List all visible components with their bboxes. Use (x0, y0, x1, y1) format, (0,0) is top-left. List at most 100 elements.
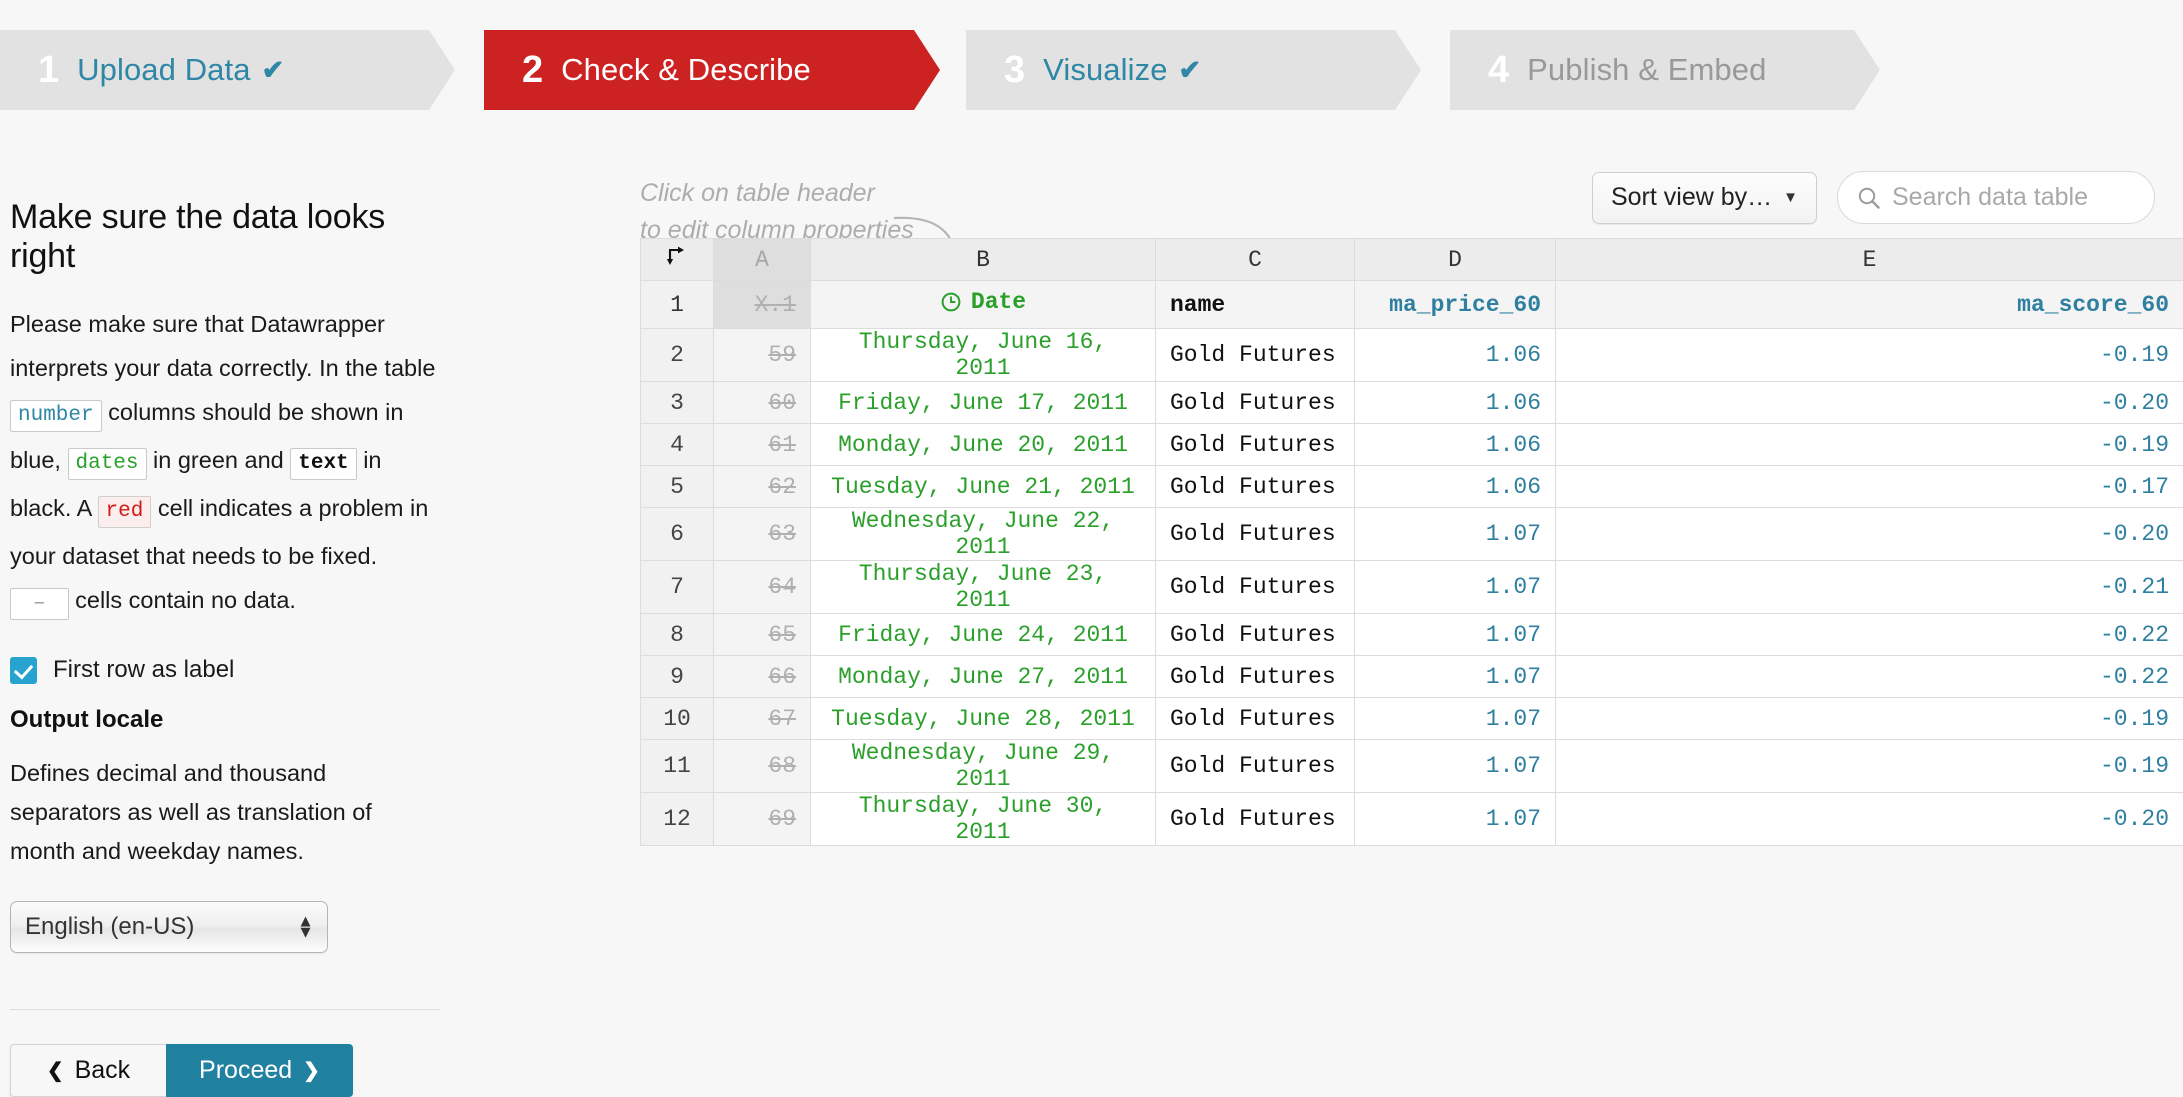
cell-d[interactable]: 1.07 (1355, 614, 1556, 656)
cell-e[interactable]: -0.21 (1556, 561, 2183, 614)
cell-e[interactable]: -0.20 (1556, 382, 2183, 424)
cell-c[interactable]: Gold Futures (1156, 614, 1355, 656)
table-row[interactable]: 6 63 Wednesday, June 22, 2011 Gold Futur… (641, 508, 2183, 561)
tag-dates: dates (68, 448, 147, 480)
cell-c[interactable]: Gold Futures (1156, 508, 1355, 561)
cell-c[interactable]: Gold Futures (1156, 793, 1355, 846)
column-header-d[interactable]: D (1355, 239, 1556, 281)
cell-d[interactable]: 1.07 (1355, 793, 1556, 846)
search-data-table-box[interactable] (1837, 171, 2155, 224)
cell-a[interactable]: 60 (714, 382, 811, 424)
cell-b[interactable]: Friday, June 17, 2011 (811, 382, 1156, 424)
cell-b[interactable]: Thursday, June 30, 2011 (811, 793, 1156, 846)
step-publish-and-embed[interactable]: 4 Publish & Embed (1450, 30, 1880, 110)
column-header-e[interactable]: E (1556, 239, 2183, 281)
cell-a[interactable]: 59 (714, 329, 811, 382)
step-check-and-describe[interactable]: 2 Check & Describe (484, 30, 940, 110)
cell-d[interactable]: 1.06 (1355, 382, 1556, 424)
column-header-c[interactable]: C (1156, 239, 1355, 281)
cell-c[interactable]: Gold Futures (1156, 382, 1355, 424)
cell-c[interactable]: Gold Futures (1156, 329, 1355, 382)
cell-d[interactable]: 1.06 (1355, 466, 1556, 508)
back-button[interactable]: ❮ Back (10, 1044, 166, 1097)
cell-a[interactable]: 66 (714, 656, 811, 698)
cell-e[interactable]: -0.19 (1556, 424, 2183, 466)
cell-e[interactable]: -0.19 (1556, 740, 2183, 793)
cell-a[interactable]: 61 (714, 424, 811, 466)
column-header-b[interactable]: B (811, 239, 1156, 281)
cell-a[interactable]: 64 (714, 561, 811, 614)
table-row[interactable]: 4 61 Monday, June 20, 2011 Gold Futures … (641, 424, 2183, 466)
cell-c[interactable]: Gold Futures (1156, 698, 1355, 740)
cell-b[interactable]: Friday, June 24, 2011 (811, 614, 1156, 656)
cell-c[interactable]: Gold Futures (1156, 740, 1355, 793)
tag-number: number (10, 400, 102, 432)
search-input[interactable] (1892, 183, 2136, 212)
first-row-as-label-checkbox[interactable] (10, 657, 37, 684)
cell-d[interactable]: 1.07 (1355, 740, 1556, 793)
table-column-letters: A B C D E (641, 239, 2183, 281)
cell-e[interactable]: -0.22 (1556, 656, 2183, 698)
data-table-scroll[interactable]: A B C D E 1 X.1 (640, 238, 2183, 1031)
transpose-button[interactable] (641, 239, 714, 281)
table-row[interactable]: 9 66 Monday, June 27, 2011 Gold Futures … (641, 656, 2183, 698)
table-row[interactable]: 7 64 Thursday, June 23, 2011 Gold Future… (641, 561, 2183, 614)
header-cell-d[interactable]: ma_price_60 (1355, 281, 1556, 329)
cell-d[interactable]: 1.07 (1355, 656, 1556, 698)
first-row-as-label-row[interactable]: First row as label (10, 656, 440, 684)
cell-e[interactable]: -0.19 (1556, 698, 2183, 740)
header-cell-b[interactable]: Date (811, 281, 1156, 329)
cell-a[interactable]: 65 (714, 614, 811, 656)
cell-b[interactable]: Thursday, June 16, 2011 (811, 329, 1156, 382)
step-upload-data[interactable]: 1 Upload Data ✔ (0, 30, 455, 110)
cell-e[interactable]: -0.20 (1556, 793, 2183, 846)
step-number: 3 (1004, 51, 1025, 89)
header-cell-e[interactable]: ma_score_60 (1556, 281, 2183, 329)
chevron-right-icon: ❯ (303, 1058, 320, 1083)
row-number: 9 (641, 656, 714, 698)
cell-a[interactable]: 67 (714, 698, 811, 740)
row-number: 3 (641, 382, 714, 424)
cell-b[interactable]: Thursday, June 23, 2011 (811, 561, 1156, 614)
cell-d[interactable]: 1.06 (1355, 329, 1556, 382)
table-row[interactable]: 8 65 Friday, June 24, 2011 Gold Futures … (641, 614, 2183, 656)
cell-e[interactable]: -0.22 (1556, 614, 2183, 656)
cell-c[interactable]: Gold Futures (1156, 656, 1355, 698)
cell-a[interactable]: 63 (714, 508, 811, 561)
proceed-button[interactable]: Proceed ❯ (166, 1044, 353, 1097)
cell-c[interactable]: Gold Futures (1156, 561, 1355, 614)
cell-a[interactable]: 62 (714, 466, 811, 508)
table-hint-line-1: Click on table header (640, 175, 914, 212)
table-row[interactable]: 12 69 Thursday, June 30, 2011 Gold Futur… (641, 793, 2183, 846)
table-row[interactable]: 2 59 Thursday, June 16, 2011 Gold Future… (641, 329, 2183, 382)
cell-b[interactable]: Monday, June 27, 2011 (811, 656, 1156, 698)
cell-b[interactable]: Monday, June 20, 2011 (811, 424, 1156, 466)
cell-b[interactable]: Wednesday, June 22, 2011 (811, 508, 1156, 561)
cell-e[interactable]: -0.17 (1556, 466, 2183, 508)
column-header-a[interactable]: A (714, 239, 811, 281)
cell-c[interactable]: Gold Futures (1156, 424, 1355, 466)
cell-e[interactable]: -0.19 (1556, 329, 2183, 382)
cell-b[interactable]: Wednesday, June 29, 2011 (811, 740, 1156, 793)
tag-text: text (290, 448, 356, 480)
cell-d[interactable]: 1.06 (1355, 424, 1556, 466)
output-locale-select[interactable]: English (en-US) ▲▼ (10, 901, 328, 953)
table-row[interactable]: 11 68 Wednesday, June 29, 2011 Gold Futu… (641, 740, 2183, 793)
cell-b[interactable]: Tuesday, June 28, 2011 (811, 698, 1156, 740)
cell-d[interactable]: 1.07 (1355, 508, 1556, 561)
cell-d[interactable]: 1.07 (1355, 698, 1556, 740)
cell-d[interactable]: 1.07 (1355, 561, 1556, 614)
page-title: Make sure the data looks right (10, 198, 440, 276)
table-row[interactable]: 10 67 Tuesday, June 28, 2011 Gold Future… (641, 698, 2183, 740)
cell-e[interactable]: -0.20 (1556, 508, 2183, 561)
table-row[interactable]: 3 60 Friday, June 17, 2011 Gold Futures … (641, 382, 2183, 424)
step-visualize[interactable]: 3 Visualize ✔ (966, 30, 1421, 110)
cell-a[interactable]: 68 (714, 740, 811, 793)
cell-b[interactable]: Tuesday, June 21, 2011 (811, 466, 1156, 508)
sort-view-by-dropdown[interactable]: Sort view by… ▼ (1592, 172, 1817, 224)
cell-a[interactable]: 69 (714, 793, 811, 846)
header-cell-a[interactable]: X.1 (714, 281, 811, 329)
header-cell-c[interactable]: name (1156, 281, 1355, 329)
table-row[interactable]: 5 62 Tuesday, June 21, 2011 Gold Futures… (641, 466, 2183, 508)
cell-c[interactable]: Gold Futures (1156, 466, 1355, 508)
